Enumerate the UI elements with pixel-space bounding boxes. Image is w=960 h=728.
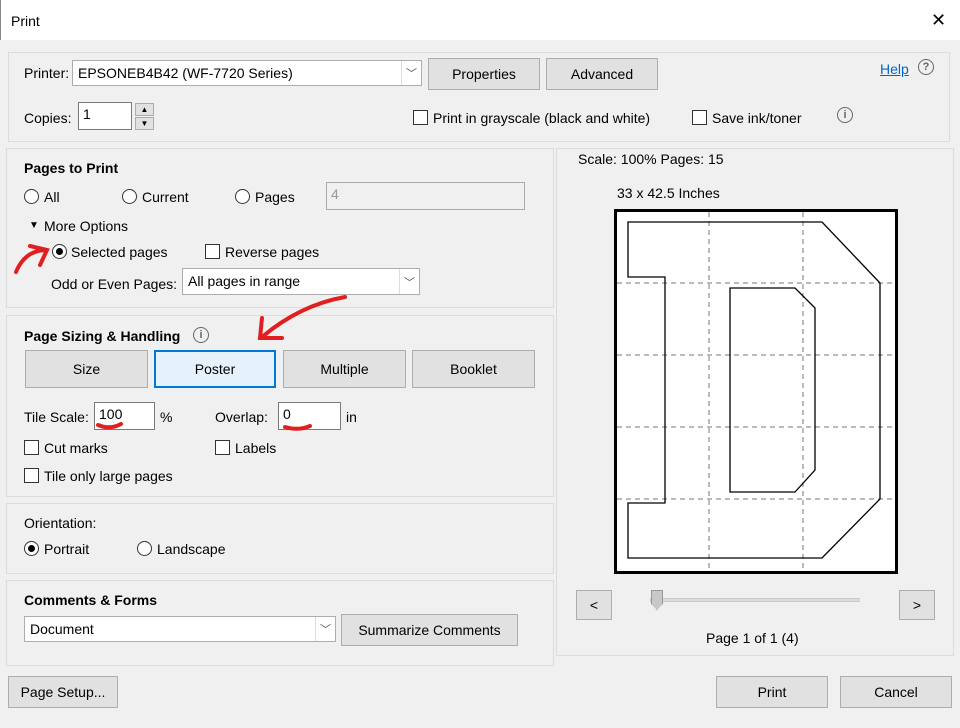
portrait-radio[interactable] xyxy=(24,541,39,556)
preview-size-text: 33 x 42.5 Inches xyxy=(617,185,720,201)
cancel-button[interactable]: Cancel xyxy=(840,676,952,708)
printer-select[interactable]: EPSONEB4B42 (WF-7720 Series) ﹀ xyxy=(72,60,422,86)
booklet-button[interactable]: Booklet xyxy=(412,350,535,388)
save-ink-checkbox[interactable] xyxy=(692,110,707,125)
overlap-unit: in xyxy=(346,409,357,425)
copies-up-icon[interactable]: ▲ xyxy=(135,103,154,116)
pages-radio[interactable] xyxy=(235,189,250,204)
triangle-down-icon[interactable]: ▼ xyxy=(29,220,39,231)
preview-scale-text: Scale: 100% Pages: 15 xyxy=(578,151,724,167)
all-label: All xyxy=(44,189,60,205)
odd-even-label: Odd or Even Pages: xyxy=(51,276,178,292)
next-page-button[interactable]: > xyxy=(899,590,935,620)
landscape-label: Landscape xyxy=(157,541,226,557)
tile-scale-label: Tile Scale: xyxy=(24,409,89,425)
tile-large-label: Tile only large pages xyxy=(44,468,173,484)
overlap-label: Overlap: xyxy=(215,409,268,425)
sizing-title: Page Sizing & Handling xyxy=(24,328,181,344)
chevron-down-icon: ﹀ xyxy=(399,269,419,294)
orientation-title: Orientation: xyxy=(24,515,97,531)
copies-label: Copies: xyxy=(24,110,72,126)
page-info: Page 1 of 1 (4) xyxy=(706,630,799,646)
info-icon[interactable]: i xyxy=(193,327,209,343)
cut-marks-label: Cut marks xyxy=(44,440,108,456)
help-link[interactable]: Help xyxy=(880,61,909,77)
close-icon[interactable]: ✕ xyxy=(931,10,946,31)
selected-pages-radio[interactable] xyxy=(52,244,67,259)
title-bar: Print ✕ xyxy=(0,0,960,40)
info-icon[interactable]: i xyxy=(837,107,853,123)
reverse-pages-label: Reverse pages xyxy=(225,244,320,260)
copies-down-icon[interactable]: ▼ xyxy=(135,117,154,130)
all-radio[interactable] xyxy=(24,189,39,204)
page-slider[interactable] xyxy=(650,598,860,602)
summarize-comments-button[interactable]: Summarize Comments xyxy=(341,614,518,646)
save-ink-label: Save ink/toner xyxy=(712,110,802,126)
multiple-button[interactable]: Multiple xyxy=(283,350,406,388)
print-button[interactable]: Print xyxy=(716,676,828,708)
overlap-input[interactable]: 0 xyxy=(278,402,341,430)
pages-label: Pages xyxy=(255,189,295,205)
more-options-toggle[interactable]: More Options xyxy=(44,218,128,234)
labels-label: Labels xyxy=(235,440,277,456)
tile-large-checkbox[interactable] xyxy=(24,468,39,483)
printer-value: EPSONEB4B42 (WF-7720 Series) xyxy=(78,65,293,81)
comments-select[interactable]: Document ﹀ xyxy=(24,616,336,642)
chevron-down-icon: ﹀ xyxy=(315,617,335,641)
comments-value: Document xyxy=(30,621,94,637)
poster-button[interactable]: Poster xyxy=(154,350,276,388)
labels-checkbox[interactable] xyxy=(215,440,230,455)
landscape-radio[interactable] xyxy=(137,541,152,556)
reverse-pages-checkbox[interactable] xyxy=(205,244,220,259)
grayscale-checkbox[interactable] xyxy=(413,110,428,125)
advanced-button[interactable]: Advanced xyxy=(546,58,658,90)
comments-title: Comments & Forms xyxy=(24,592,158,608)
tile-scale-input[interactable]: 100 xyxy=(94,402,155,430)
prev-page-button[interactable]: < xyxy=(576,590,612,620)
odd-even-value: All pages in range xyxy=(188,273,301,289)
percent-label: % xyxy=(160,409,173,425)
page-setup-button[interactable]: Page Setup... xyxy=(8,676,118,708)
grayscale-label: Print in grayscale (black and white) xyxy=(433,110,651,126)
copies-input[interactable]: 1 xyxy=(78,102,132,130)
current-radio[interactable] xyxy=(122,189,137,204)
size-button[interactable]: Size xyxy=(25,350,148,388)
printer-label: Printer: xyxy=(24,65,70,81)
current-label: Current xyxy=(142,189,189,205)
help-icon[interactable]: ? xyxy=(918,59,934,75)
pages-range-input[interactable]: 4 xyxy=(326,182,525,210)
selected-pages-label: Selected pages xyxy=(71,244,168,260)
chevron-down-icon: ﹀ xyxy=(401,61,421,85)
odd-even-select[interactable]: All pages in range ﹀ xyxy=(182,268,420,295)
portrait-label: Portrait xyxy=(44,541,90,557)
window-title: Print xyxy=(11,13,40,29)
pages-title: Pages to Print xyxy=(24,160,119,176)
properties-button[interactable]: Properties xyxy=(428,58,540,90)
cut-marks-checkbox[interactable] xyxy=(24,440,39,455)
preview-image xyxy=(614,209,898,574)
orientation-group xyxy=(6,503,554,574)
